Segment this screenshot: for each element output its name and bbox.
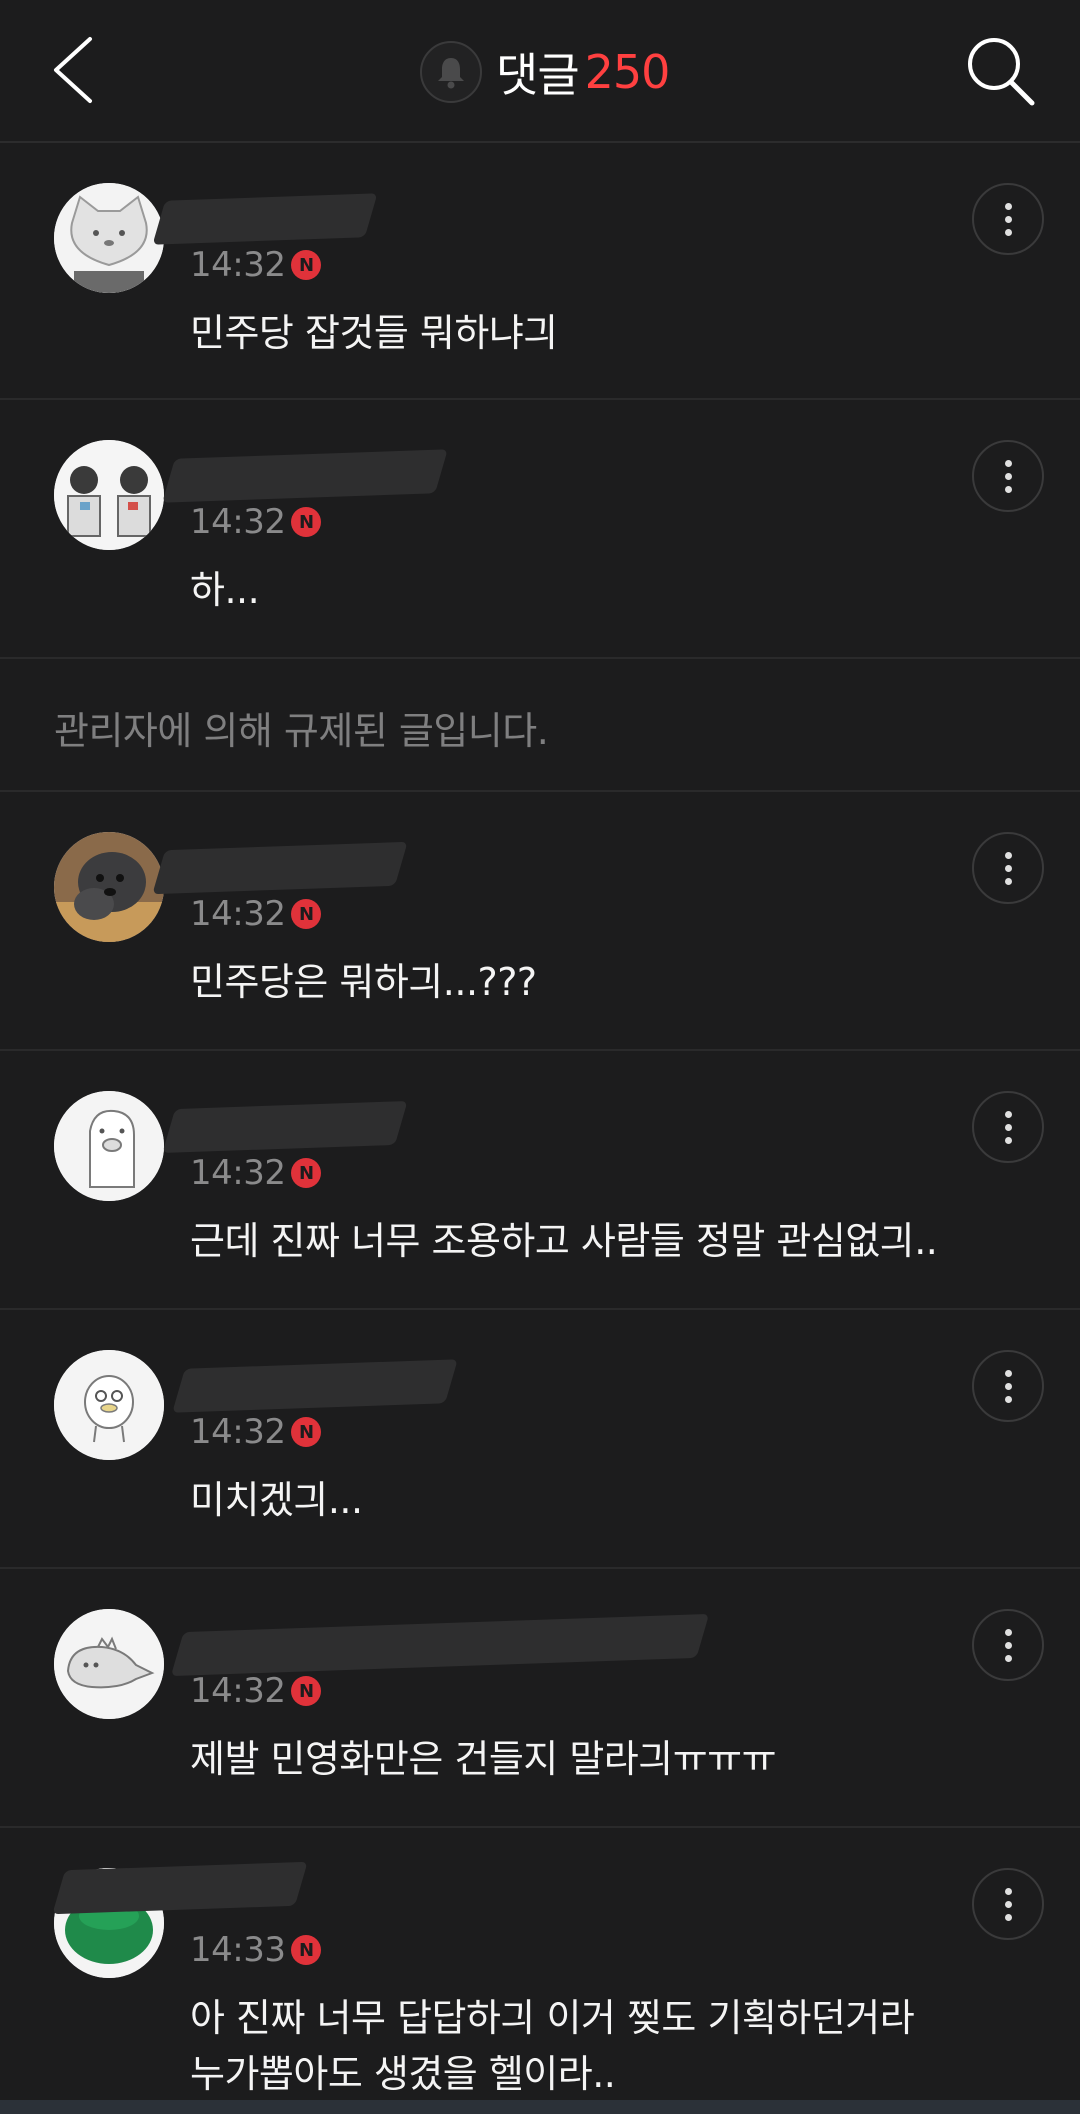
pig-avatar-icon — [54, 1091, 164, 1201]
new-badge: N — [291, 1676, 322, 1706]
more-vertical-icon — [1004, 200, 1012, 239]
search-icon — [968, 38, 1035, 106]
cat-avatar-icon — [54, 183, 164, 293]
more-vertical-icon — [1004, 1108, 1012, 1147]
more-vertical-icon — [1004, 457, 1012, 496]
comment-text: 아 진짜 너무 답답하긔 이거 찢도 기획하던거라 누가뽑아도 생겼을 헬이라.… — [190, 1996, 915, 2096]
blocked-notice: 관리자에 의해 규제된 글입니다. — [54, 709, 549, 753]
timestamp: 14:32 — [190, 1153, 286, 1193]
meta-row: 14:32 N — [190, 502, 322, 542]
more-options-button[interactable] — [972, 440, 1044, 512]
notification-bell-button[interactable] — [420, 41, 482, 103]
timestamp: 14:32 — [190, 245, 286, 285]
comment-item: 14:32 N 미치겠긔... — [0, 1312, 1080, 1569]
comment-text: 하... — [190, 568, 260, 612]
new-badge: N — [291, 1935, 322, 1965]
more-options-button[interactable] — [972, 1091, 1044, 1163]
search-button[interactable] — [962, 34, 1042, 114]
title-group: 댓글 250 — [420, 40, 671, 104]
avatar[interactable] — [54, 183, 164, 293]
meta-row: 14:32 N — [190, 1153, 322, 1193]
comment-text: 미치겠긔... — [190, 1478, 363, 1522]
more-vertical-icon — [1004, 849, 1012, 888]
more-options-button[interactable] — [972, 1868, 1044, 1940]
bottom-bar — [0, 2100, 1080, 2114]
duck-avatar-icon — [54, 1350, 164, 1460]
comment-item: 14:32 N 민주당 잡것들 뭐하냐긔 — [0, 145, 1080, 400]
chevron-left-icon — [54, 37, 92, 103]
avatar[interactable] — [54, 440, 164, 550]
meta-row: 14:32 N — [190, 1671, 322, 1711]
timestamp: 14:32 — [190, 502, 286, 542]
timestamp: 14:32 — [190, 1412, 286, 1452]
timestamp: 14:32 — [190, 894, 286, 934]
more-options-button[interactable] — [972, 1609, 1044, 1681]
meta-row: 14:33 N — [190, 1930, 322, 1970]
dog-avatar-icon — [54, 832, 164, 942]
new-badge: N — [291, 507, 322, 537]
comment-item: 14:33 N 아 진짜 너무 답답하긔 이거 찢도 기획하던거라 누가뽑아도 … — [0, 1830, 1080, 2100]
timestamp: 14:32 — [190, 1671, 286, 1711]
nickname-redaction — [162, 449, 448, 503]
more-options-button[interactable] — [972, 183, 1044, 255]
nickname-redaction — [170, 1613, 710, 1677]
nickname-redaction — [152, 841, 408, 895]
meta-row: 14:32 N — [190, 1412, 322, 1452]
new-badge: N — [291, 1417, 322, 1447]
bell-icon — [438, 58, 464, 89]
nickname-redaction — [172, 1359, 458, 1413]
nickname-redaction — [162, 1101, 408, 1153]
nickname-redaction — [152, 193, 378, 245]
dinosaur-avatar-icon — [54, 1609, 164, 1719]
back-button[interactable] — [50, 35, 100, 105]
top-bar: 댓글 250 — [0, 0, 1080, 143]
comment-item: 14:32 N 제발 민영화만은 건들지 말라긔ㅠㅠㅠ — [0, 1571, 1080, 1828]
more-options-button[interactable] — [972, 1350, 1044, 1422]
more-vertical-icon — [1004, 1626, 1012, 1665]
new-badge: N — [291, 250, 322, 280]
comment-count: 250 — [584, 45, 671, 99]
comment-text: 민주당은 뭐하긔...??? — [190, 960, 537, 1004]
new-badge: N — [291, 1158, 322, 1188]
comment-item: 14:32 N 근데 진짜 너무 조용하고 사람들 정말 관심없긔.. — [0, 1053, 1080, 1310]
blocked-comment: 관리자에 의해 규제된 글입니다. — [0, 660, 1080, 792]
comment-item: 14:32 N 하... — [0, 402, 1080, 659]
comment-text: 제발 민영화만은 건들지 말라긔ㅠㅠㅠ — [190, 1737, 777, 1781]
comment-text: 근데 진짜 너무 조용하고 사람들 정말 관심없긔.. — [190, 1219, 938, 1263]
avatar[interactable] — [54, 832, 164, 942]
nickname-redaction — [52, 1861, 308, 1915]
more-vertical-icon — [1004, 1885, 1012, 1924]
comment-item: 14:32 N 민주당은 뭐하긔...??? — [0, 794, 1080, 1051]
timestamp: 14:33 — [190, 1930, 286, 1970]
avatar[interactable] — [54, 1609, 164, 1719]
meta-row: 14:32 N — [190, 245, 322, 285]
page-title: 댓글 — [496, 48, 580, 102]
avatar[interactable] — [54, 1091, 164, 1201]
comment-text: 민주당 잡것들 뭐하냐긔 — [190, 311, 558, 355]
meta-row: 14:32 N — [190, 894, 322, 934]
people-avatar-icon — [54, 440, 164, 550]
more-vertical-icon — [1004, 1367, 1012, 1406]
more-options-button[interactable] — [972, 832, 1044, 904]
avatar[interactable] — [54, 1350, 164, 1460]
new-badge: N — [291, 899, 322, 929]
